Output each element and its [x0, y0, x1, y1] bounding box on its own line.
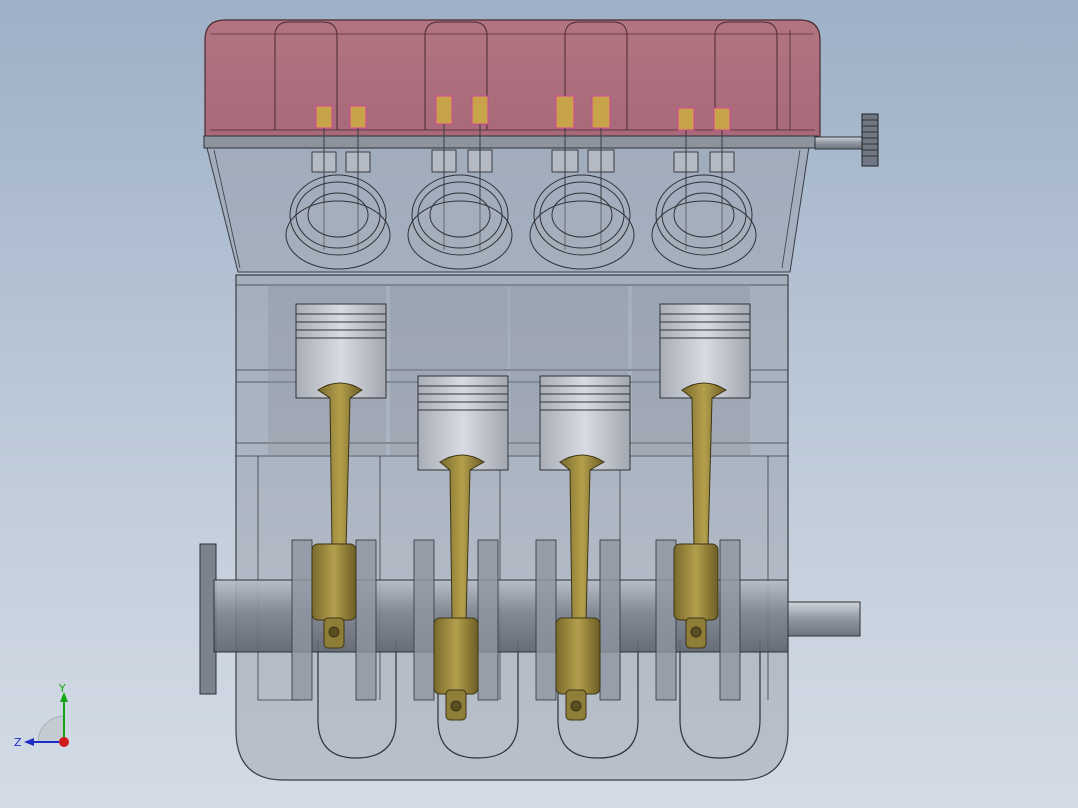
- z-axis-arrowhead: [24, 738, 34, 746]
- graphics-viewport[interactable]: Y Z: [0, 0, 1078, 808]
- z-axis-label: Z: [14, 736, 22, 749]
- engine-assembly-model[interactable]: [0, 0, 1078, 808]
- y-axis-label: Y: [58, 682, 66, 695]
- x-axis-origin: [59, 737, 69, 747]
- axis-triad: Y Z: [14, 682, 69, 749]
- triad-arc: [37, 715, 65, 743]
